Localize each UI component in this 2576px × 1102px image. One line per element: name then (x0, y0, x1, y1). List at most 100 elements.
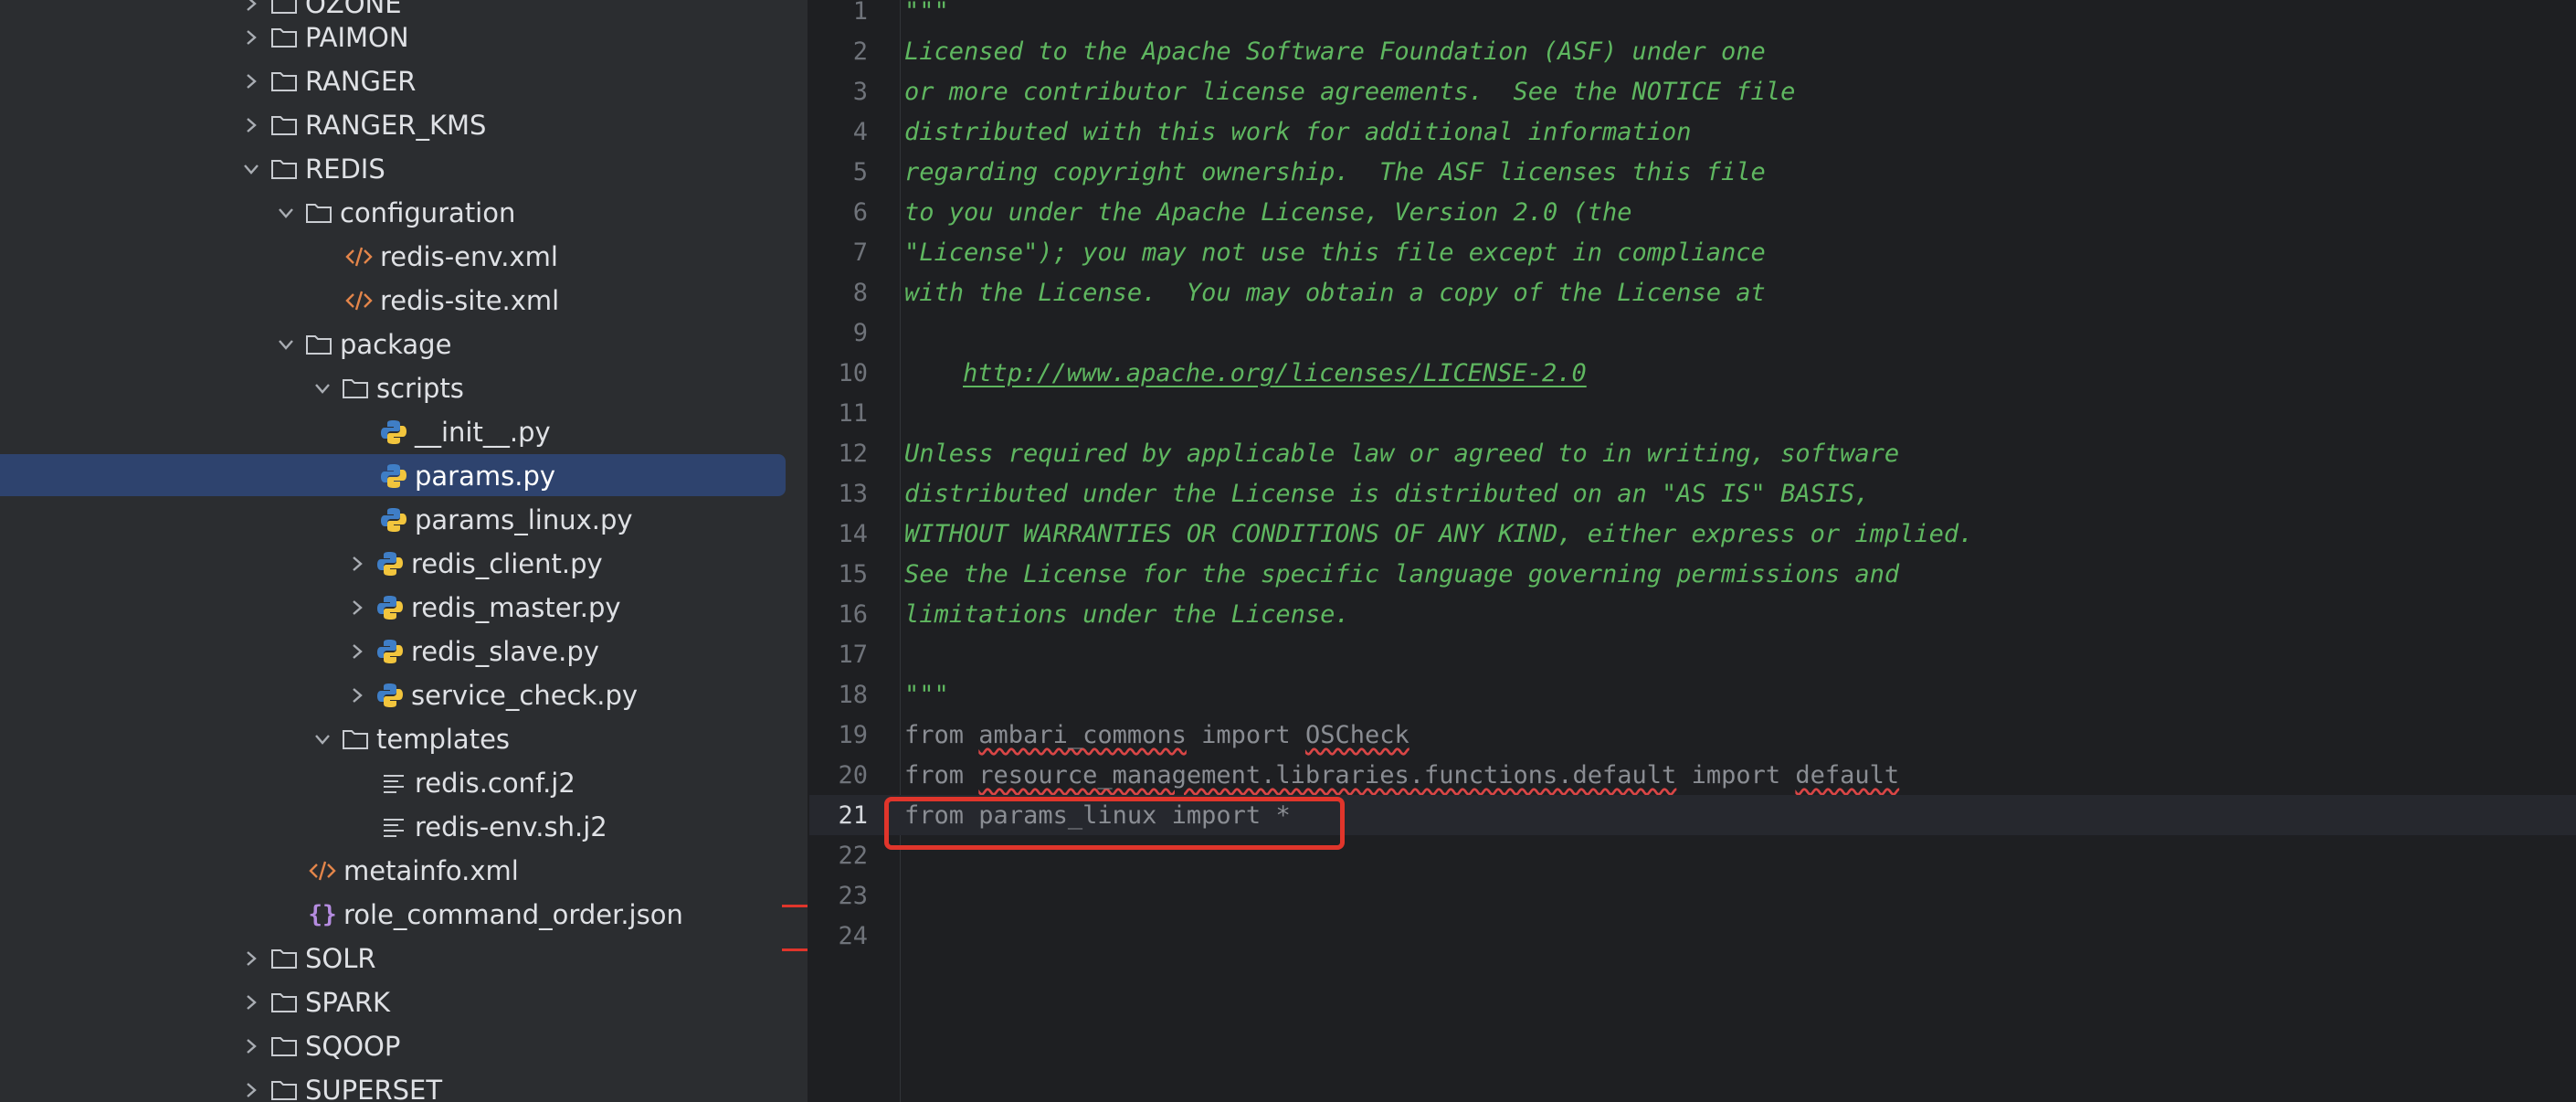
chevron-down-icon[interactable] (270, 323, 301, 366)
chevron-right-icon[interactable] (342, 542, 373, 586)
chevron-right-icon[interactable] (236, 1068, 267, 1102)
tree-item-label: redis-site.xml (380, 285, 560, 316)
chevron-right-icon[interactable] (236, 937, 267, 980)
text-file-icon (376, 805, 411, 849)
chevron-right-icon[interactable] (236, 16, 267, 59)
tree-item-scripts[interactable]: scripts (0, 366, 808, 410)
imported-name: default (1795, 760, 1900, 789)
tree-item-templates[interactable]: templates (0, 717, 808, 761)
chevron-right-icon[interactable] (342, 586, 373, 630)
line-number: 17 (838, 640, 868, 669)
code-line[interactable]: 19 from ambari_commons import OSCheck (809, 715, 2576, 755)
tree-item-role-command-order-json[interactable]: {} role_command_order.json (0, 893, 808, 937)
tree-item-superset[interactable]: SUPERSET (0, 1068, 808, 1102)
line-text: """ (904, 0, 949, 26)
code-line[interactable]: 13 distributed under the License is dist… (809, 473, 2576, 514)
code-line[interactable]: 4 distributed with this work for additio… (809, 111, 2576, 152)
line-number: 4 (852, 117, 868, 146)
code-line[interactable]: 3 or more contributor license agreements… (809, 71, 2576, 111)
folder-icon (267, 980, 301, 1024)
folder-icon (267, 16, 301, 59)
tree-item-label: SQOOP (305, 1031, 401, 1062)
line-text: See the License for the specific languag… (904, 559, 1900, 588)
code-line[interactable]: 7 "License"); you may not use this file … (809, 232, 2576, 272)
code-line[interactable]: 12 Unless required by applicable law or … (809, 433, 2576, 473)
tree-item-package[interactable]: package (0, 323, 808, 366)
line-number: 6 (852, 197, 868, 227)
code-line[interactable]: 5 regarding copyright ownership. The ASF… (809, 152, 2576, 192)
tree-item-label: configuration (340, 197, 516, 228)
tree-item-label: role_command_order.json (343, 899, 683, 930)
tree-item-redis-slave-py[interactable]: redis_slave.py (0, 630, 808, 673)
folder-icon (267, 937, 301, 980)
python-file-icon (373, 673, 407, 717)
chevron-down-icon[interactable] (307, 717, 338, 761)
code-line[interactable]: 23 (809, 875, 2576, 916)
line-number: 2 (852, 37, 868, 66)
code-line[interactable]: 17 (809, 634, 2576, 674)
line-text: "License"); you may not use this file ex… (904, 238, 1766, 267)
line-number: 18 (838, 680, 868, 709)
tree-item-label: PAIMON (305, 22, 409, 53)
tree-item-solr[interactable]: SOLR (0, 937, 808, 980)
tree-item-redis-env-xml[interactable]: redis-env.xml (0, 235, 808, 279)
line-text: WITHOUT WARRANTIES OR CONDITIONS OF ANY … (904, 519, 1974, 548)
chevron-right-icon[interactable] (236, 980, 267, 1024)
code-editor[interactable]: 1 """ 2 Licensed to the Apache Software … (809, 0, 2576, 1102)
tree-item-label: package (340, 329, 452, 360)
tree-item-sqoop[interactable]: SQOOP (0, 1024, 808, 1068)
tree-item-redis[interactable]: REDIS (0, 147, 808, 191)
tree-item-label: params.py (415, 461, 556, 492)
tree-item-ranger[interactable]: RANGER (0, 59, 808, 103)
chevron-down-icon[interactable] (270, 191, 301, 235)
chevron-down-icon[interactable] (307, 366, 338, 410)
tree-item-params-linux-py[interactable]: params_linux.py (0, 498, 808, 542)
tree-item-ranger-kms[interactable]: RANGER_KMS (0, 103, 808, 147)
code-line[interactable]: 8 with the License. You may obtain a cop… (809, 272, 2576, 313)
tree-item-service-check-py[interactable]: service_check.py (0, 673, 808, 717)
code-line[interactable]: 1 """ (809, 0, 2576, 31)
code-line[interactable]: 6 to you under the Apache License, Versi… (809, 192, 2576, 232)
folder-icon (338, 366, 373, 410)
code-line[interactable]: 20 from resource_management.libraries.fu… (809, 755, 2576, 795)
chevron-right-icon[interactable] (236, 59, 267, 103)
keyword-import: import (1691, 760, 1781, 789)
tree-item-spark[interactable]: SPARK (0, 980, 808, 1024)
imported-name: OSCheck (1304, 720, 1409, 749)
code-line[interactable]: 11 (809, 393, 2576, 433)
chevron-right-icon[interactable] (342, 630, 373, 673)
tree-item-label: RANGER_KMS (305, 110, 487, 141)
tree-item-redis-conf-j2[interactable]: redis.conf.j2 (0, 761, 808, 805)
line-text: Unless required by applicable law or agr… (904, 439, 1900, 468)
line-number: 13 (838, 479, 868, 508)
xml-file-icon (342, 279, 376, 323)
chevron-down-icon[interactable] (236, 147, 267, 191)
chevron-right-icon[interactable] (342, 673, 373, 717)
tree-item-init-py[interactable]: __init__.py (0, 410, 808, 454)
tree-item-redis-master-py[interactable]: redis_master.py (0, 586, 808, 630)
tree-item-redis-env-sh-j2[interactable]: redis-env.sh.j2 (0, 805, 808, 849)
tree-item-redis-client-py[interactable]: redis_client.py (0, 542, 808, 586)
tree-item-params-py[interactable]: params.py (0, 454, 808, 498)
chevron-right-icon[interactable] (236, 103, 267, 147)
code-line[interactable]: 15 See the License for the specific lang… (809, 554, 2576, 594)
line-text: limitations under the License. (904, 599, 1350, 629)
tree-item-configuration[interactable]: configuration (0, 191, 808, 235)
license-link[interactable]: http://www.apache.org/licenses/LICENSE-2… (963, 359, 1587, 387)
tree-item-paimon[interactable]: PAIMON (0, 16, 808, 59)
tree-item-label: service_check.py (411, 680, 639, 711)
code-line[interactable]: 14 WITHOUT WARRANTIES OR CONDITIONS OF A… (809, 514, 2576, 554)
tree-item-label: redis_master.py (411, 592, 621, 623)
code-line[interactable]: 2 Licensed to the Apache Software Founda… (809, 31, 2576, 71)
tree-item-metainfo-xml[interactable]: metainfo.xml (0, 849, 808, 893)
code-line[interactable]: 24 (809, 916, 2576, 956)
code-line[interactable]: 9 (809, 313, 2576, 353)
code-line[interactable]: 18 """ (809, 674, 2576, 715)
line-number: 11 (838, 398, 868, 428)
line-number: 9 (852, 318, 868, 347)
code-line[interactable]: 10 http://www.apache.org/licenses/LICENS… (809, 353, 2576, 393)
code-line[interactable]: 16 limitations under the License. (809, 594, 2576, 634)
tree-item-label: redis-env.sh.j2 (415, 811, 607, 842)
tree-item-redis-site-xml[interactable]: redis-site.xml (0, 279, 808, 323)
chevron-right-icon[interactable] (236, 1024, 267, 1068)
